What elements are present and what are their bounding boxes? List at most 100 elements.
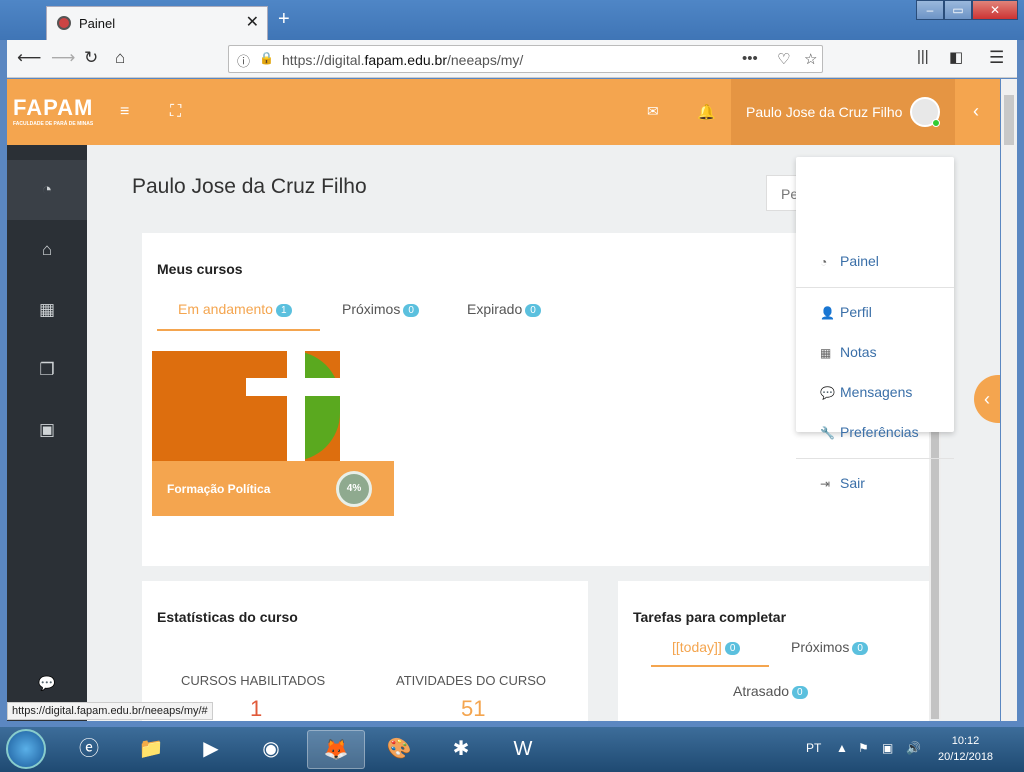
menu-icon[interactable]: ☰ [989,48,1004,68]
menu-item-painel-label[interactable]: Painel [840,253,879,269]
menu-item-notas[interactable]: ▦ Notas [796,340,954,370]
left-sidebar: ◔ ⌂ ▦ ❐ ▣ 💬 [7,145,87,721]
files-icon[interactable]: ❐ [7,360,87,380]
chevron-left-icon[interactable]: ‹ [984,389,990,409]
clock-time[interactable]: 10:12 [938,733,993,749]
tab-overdue[interactable]: Atrasado 0 [733,683,808,699]
menu-item-mensagens-label[interactable]: Mensagens [840,384,912,400]
menu-item-perfil-label[interactable]: Perfil [840,304,872,320]
browser-window: Painel ✕ + – ▭ ✕ ⟵ ⟶ ↻ ⌂ ⓘ 🔒 https://dig… [0,0,1024,772]
action-center-flag-icon[interactable]: ⚑ [858,741,869,755]
back-icon[interactable]: ⟵ [17,48,41,68]
user-menu-toggle[interactable]: Paulo Jose da Cruz Filho [731,79,955,145]
menu-divider [796,287,954,288]
menu-item-notas-label[interactable]: Notas [840,344,877,360]
pocket-icon[interactable]: ♡ [777,50,790,68]
menu-divider [796,458,954,459]
tab-in-progress[interactable]: Em andamento 1 [178,301,292,317]
tab-upcoming[interactable]: Próximos 0 [342,301,419,317]
language-indicator[interactable]: PT [806,741,821,755]
fullscreen-icon[interactable]: ⛶ [170,103,181,121]
chevron-left-icon[interactable]: ‹ [973,101,979,122]
address-bar[interactable]: ⓘ 🔒 https://digital.fapam.edu.br/neeaps/… [228,45,823,73]
new-tab-button[interactable]: + [278,8,290,31]
menu-item-preferencias-label[interactable]: Preferências [840,424,919,440]
page-actions-icon[interactable]: ••• [742,50,758,67]
app-icon[interactable]: ✱ [432,730,490,769]
menu-item-preferencias[interactable]: 🔧 Preferências [796,420,954,450]
paint-icon[interactable]: 🎨 [370,730,428,769]
forward-icon[interactable]: ⟶ [51,48,75,68]
course-card[interactable]: Formação Política 4% [152,351,394,516]
windows-taskbar: ⓔ 📁 ▶ ◉ 🦊 🎨 ✱ W PT ▲ ⚑ ▣ 🔊 10:12 20/12/20… [0,727,1024,772]
course-activities-label: ATIVIDADES DO CURSO [396,673,547,688]
dashboard-icon: ◔ [820,255,828,269]
tab-today[interactable]: [[today]] 0 [672,639,741,655]
info-icon[interactable]: ⓘ [237,51,250,70]
volume-icon[interactable]: 🔊 [906,741,921,755]
site-header: FAPAM FACULDADE DE PARÁ DE MINAS ≡ ⛶ ✉ 🔔 … [7,79,1000,145]
url-text[interactable]: https://digital.fapam.edu.br/neeaps/my/ [282,52,523,68]
media-player-icon[interactable]: ▶ [182,730,240,769]
close-tab-icon[interactable]: ✕ [246,12,259,32]
file-explorer-icon[interactable]: 📁 [122,730,180,769]
page-title: Paulo Jose da Cruz Filho [132,175,367,198]
chrome-icon[interactable]: ◉ [242,730,300,769]
start-button[interactable] [6,729,46,769]
library-icon[interactable]: ||| [917,48,929,65]
dashboard-gauge-icon[interactable]: ◔ [7,180,87,200]
internet-explorer-icon[interactable]: ⓔ [60,730,118,769]
page-scrollbar[interactable] [1001,79,1017,721]
page-scrollbar-thumb[interactable] [1004,95,1014,145]
lock-icon[interactable]: 🔒 [259,51,274,65]
calendar-icon[interactable]: ▦ [7,300,87,320]
hamburger-menu-icon[interactable]: ≡ [120,103,129,121]
table-icon: ▦ [820,346,832,360]
menu-item-sair[interactable]: ⇥ Sair [796,471,954,501]
sidebar-toggle-icon[interactable]: ◧ [949,48,963,66]
course-footer[interactable]: Formação Política 4% [152,461,394,516]
chat-icon[interactable]: 💬 [7,675,87,692]
menu-item-sair-label[interactable]: Sair [840,475,865,491]
site-favicon-icon [57,16,71,30]
course-image[interactable] [152,351,340,461]
firefox-icon[interactable]: 🦊 [307,730,365,769]
user-dropdown-menu: ◔ Painel 👤 Perfil ▦ Notas 💬 Mensagens 🔧 Prefe… [796,157,954,491]
tab-tasks-upcoming[interactable]: Próximos 0 [791,639,868,655]
tray-expand-icon[interactable]: ▲ [836,741,848,755]
sidebar-home-icon[interactable]: ⌂ [7,240,87,260]
word-icon[interactable]: W [494,730,552,769]
menu-item-perfil[interactable]: 👤 Perfil [796,300,954,330]
menu-item-mensagens[interactable]: 💬 Mensagens [796,380,954,410]
reload-icon[interactable]: ↻ [84,48,98,68]
avatar[interactable] [910,97,940,127]
comment-icon: 💬 [820,386,835,400]
user-icon: 👤 [820,306,835,320]
archive-icon[interactable]: ▣ [7,420,87,440]
user-name[interactable]: Paulo Jose da Cruz Filho [746,104,902,120]
tab-expired[interactable]: Expirado 0 [467,301,541,317]
stats-heading: Estatísticas do curso [157,609,298,625]
bookmark-star-icon[interactable]: ☆ [804,50,817,68]
tab-title: Painel [79,16,116,31]
course-activities-value: 51 [461,696,486,721]
course-name[interactable]: Formação Política [167,482,270,496]
network-icon[interactable]: ▣ [882,741,893,755]
tasks-heading: Tarefas para completar [633,609,787,625]
notifications-bell-icon[interactable]: 🔔 [697,103,716,121]
close-window-button[interactable]: ✕ [972,0,1018,20]
clock-date[interactable]: 20/12/2018 [938,749,993,765]
right-drawer-toggle[interactable]: ‹ [974,375,1000,423]
messages-envelope-icon[interactable]: ✉ [647,103,659,120]
minimize-button[interactable]: – [916,0,944,20]
maximize-button[interactable]: ▭ [944,0,972,20]
home-icon[interactable]: ⌂ [115,48,125,68]
course-image-cross-vertical [287,351,305,461]
fapam-logo[interactable]: FAPAM FACULDADE DE PARÁ DE MINAS [13,95,93,127]
my-courses-heading: Meus cursos [157,261,243,277]
clock[interactable]: 10:12 20/12/2018 [938,733,993,765]
active-tab-underline [157,329,320,331]
browser-tab[interactable]: Painel ✕ [46,6,268,40]
course-progress-circle: 4% [336,471,372,507]
menu-item-painel[interactable]: ◔ Painel [796,249,954,279]
